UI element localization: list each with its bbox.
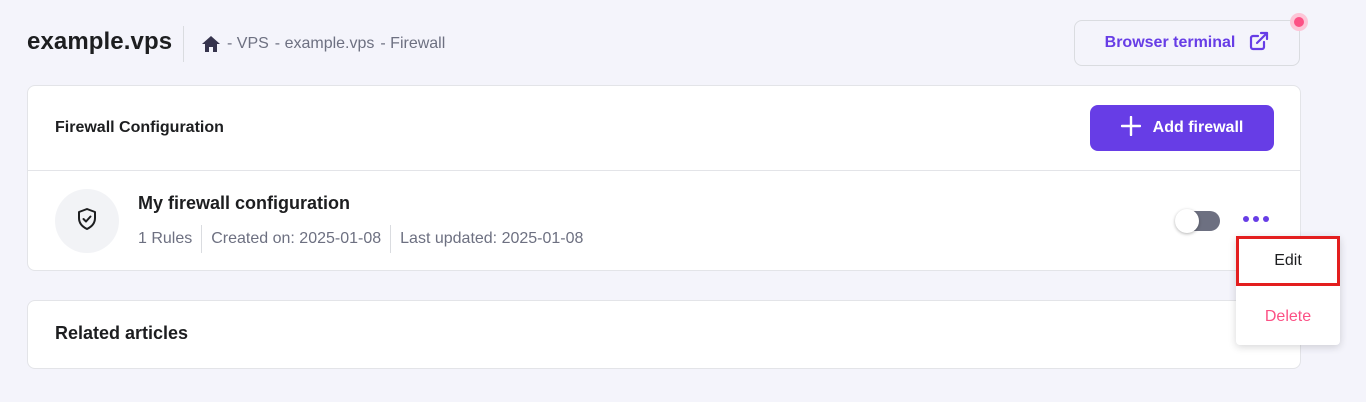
breadcrumb-item-vps-name[interactable]: - example.vps [275, 35, 375, 53]
meta-divider [390, 225, 392, 253]
page-title: example.vps [27, 28, 173, 55]
breadcrumb-item-vps[interactable]: - VPS [227, 35, 269, 53]
meta-divider [201, 225, 203, 253]
card-title: Firewall Configuration [55, 119, 224, 136]
browser-terminal-button[interactable]: Browser terminal [1074, 20, 1300, 66]
menu-item-delete[interactable]: Delete [1236, 292, 1340, 342]
rules-count: 1 Rules [138, 230, 193, 247]
firewall-name: My firewall configuration [138, 193, 351, 213]
notification-dot[interactable] [1290, 13, 1308, 31]
page-header: example.vps - VPS - example.vps - Firewa… [0, 0, 1366, 86]
shield-check-icon [76, 207, 98, 236]
menu-item-edit[interactable]: Edit [1236, 236, 1340, 286]
more-options-button[interactable] [1236, 207, 1276, 231]
updated-date: Last updated: 2025-01-08 [400, 230, 584, 247]
add-firewall-button[interactable]: Add firewall [1090, 105, 1274, 151]
firewall-avatar [55, 189, 119, 253]
firewall-toggle[interactable] [1175, 209, 1220, 233]
plus-icon [1120, 115, 1141, 141]
firewall-row: My firewall configuration 1 Rules Create… [28, 171, 1300, 271]
related-articles-card: Related articles [27, 300, 1301, 369]
more-dots-icon [1253, 216, 1259, 222]
firewall-meta: 1 Rules Created on: 2025-01-08 Last upda… [138, 225, 583, 253]
related-articles-title: Related articles [55, 323, 189, 343]
external-link-icon [1249, 31, 1269, 56]
more-dots-icon [1243, 216, 1249, 222]
created-date: Created on: 2025-01-08 [211, 230, 382, 247]
toggle-knob [1175, 209, 1199, 233]
firewall-configuration-card: Firewall Configuration Add firewall My f… [27, 85, 1301, 271]
breadcrumb: - VPS - example.vps - Firewall [201, 33, 445, 55]
add-firewall-label: Add firewall [1152, 119, 1244, 136]
options-dropdown-menu: Edit Delete [1236, 236, 1340, 345]
title-divider [183, 26, 184, 62]
card-header: Firewall Configuration Add firewall [28, 86, 1300, 171]
more-dots-icon [1263, 216, 1269, 222]
home-icon[interactable] [201, 35, 221, 53]
breadcrumb-item-firewall: - Firewall [380, 35, 446, 52]
browser-terminal-label: Browser terminal [1104, 34, 1236, 51]
